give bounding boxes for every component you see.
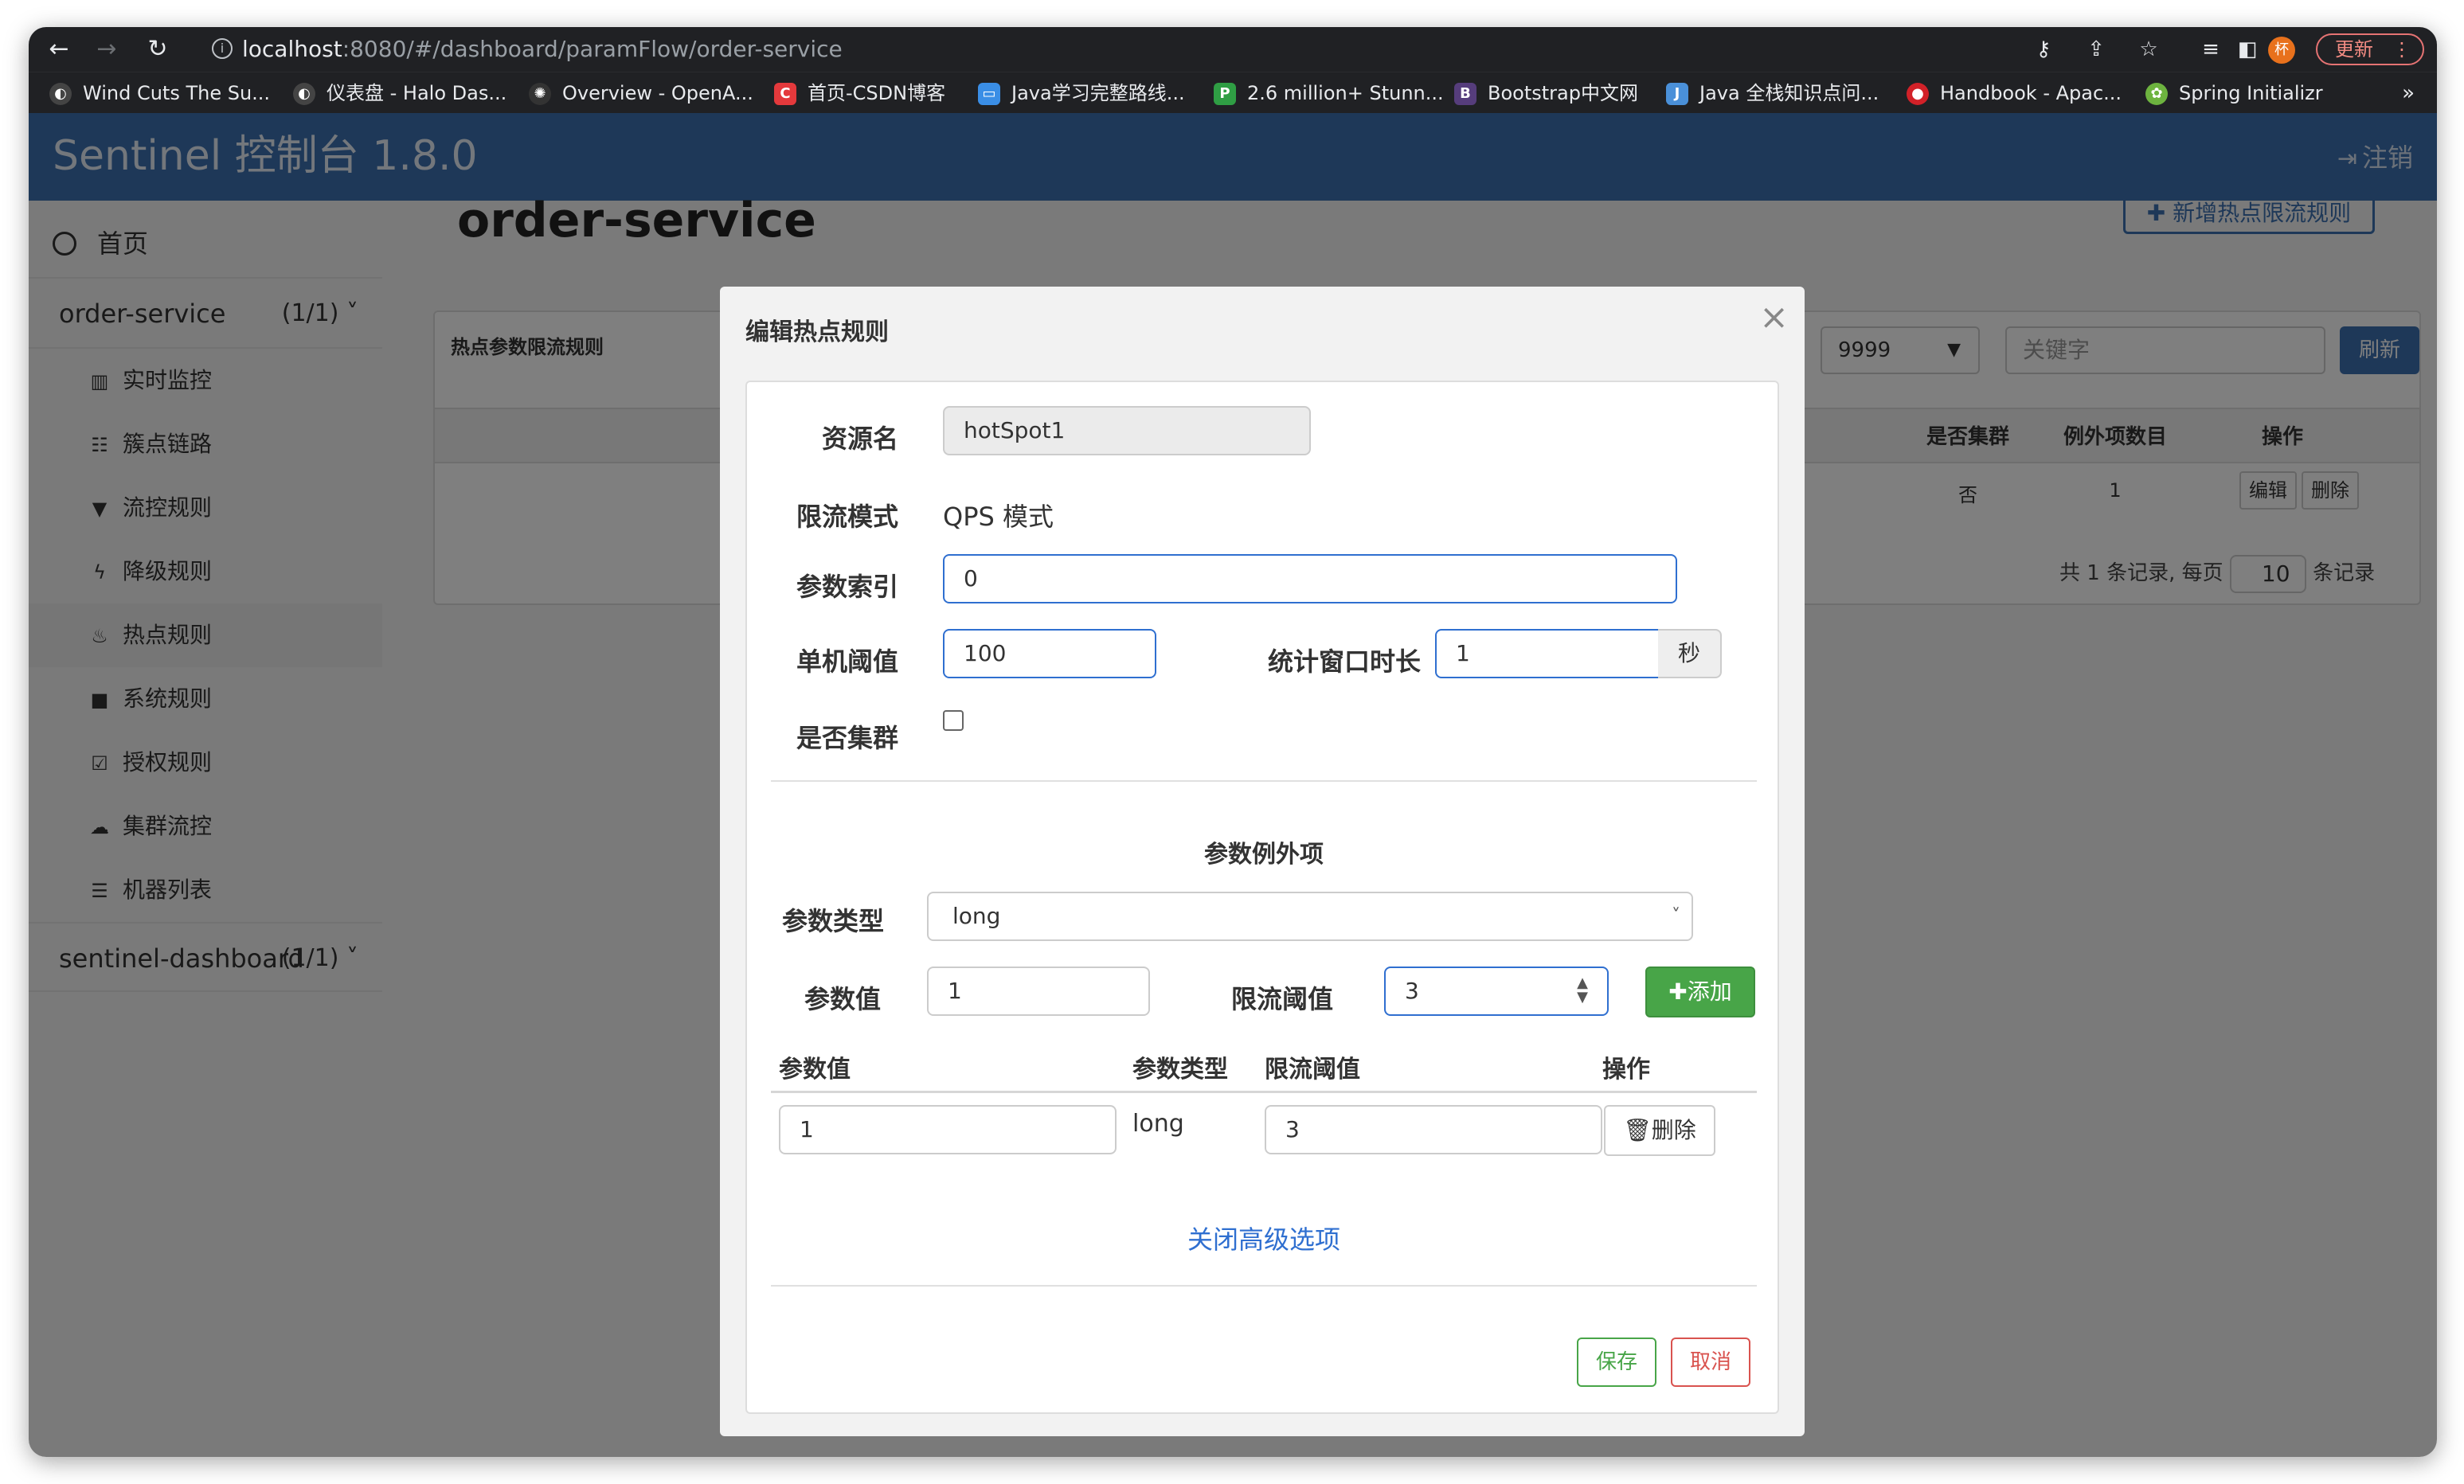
reading-list-icon[interactable]: ≡ bbox=[2196, 35, 2225, 64]
forward-arrow-icon[interactable]: → bbox=[92, 35, 121, 64]
reload-icon[interactable]: ↻ bbox=[143, 35, 172, 64]
param-type-select[interactable]: long ˅ bbox=[927, 892, 1693, 941]
limit-input[interactable]: 3 ▲ ▼ bbox=[1384, 967, 1609, 1016]
bookmark-item[interactable]: ✿ Spring Initializr bbox=[2145, 79, 2323, 107]
mode-label: 限流模式 bbox=[796, 502, 899, 532]
bookmark-favicon-icon: ◐ bbox=[49, 83, 72, 105]
bilibili-icon: ▭ bbox=[978, 83, 1000, 105]
bookmark-item[interactable]: J Java 全栈知识点问... bbox=[1666, 79, 1879, 107]
exceptions-title: 参数例外项 bbox=[1204, 841, 1324, 869]
csdn-icon: C bbox=[774, 83, 796, 105]
spinner-icon[interactable]: ▲ ▼ bbox=[1577, 976, 1588, 1005]
address-bar[interactable]: localhost:8080/#/dashboard/paramFlow/ord… bbox=[205, 32, 2308, 67]
star-icon[interactable]: ☆ bbox=[2134, 35, 2163, 64]
table-divider bbox=[771, 1091, 1757, 1093]
divider bbox=[771, 780, 1757, 782]
bookmark-item[interactable]: ✺ Overview - OpenA... bbox=[529, 79, 753, 107]
close-icon[interactable]: × bbox=[1759, 298, 1789, 338]
exception-type: long bbox=[1132, 1110, 1184, 1138]
apache-icon: ● bbox=[1907, 83, 1929, 105]
limit-label: 限流阈值 bbox=[1231, 984, 1334, 1014]
bookmark-item[interactable]: B Bootstrap中文网 bbox=[1454, 79, 1638, 107]
column-header: 参数类型 bbox=[1132, 1056, 1228, 1084]
window-label: 统计窗口时长 bbox=[1268, 646, 1422, 677]
edit-hotspot-rule-dialog: 编辑热点规则 × 资源名 hotSpot1 限流模式 QPS 模式 参数索引 0… bbox=[720, 287, 1805, 1436]
menu-dots-icon: ⋮ bbox=[2392, 38, 2411, 61]
threshold-input[interactable]: 100 bbox=[943, 629, 1156, 678]
param-type-label: 参数类型 bbox=[782, 906, 885, 936]
share-icon[interactable]: ⇪ bbox=[2082, 35, 2110, 64]
key-icon[interactable]: ⚷ bbox=[2029, 35, 2058, 64]
mode-value: QPS 模式 bbox=[943, 502, 1054, 532]
delete-exception-button[interactable]: 🗑删除 bbox=[1604, 1105, 1715, 1156]
exception-value-input[interactable]: 1 bbox=[779, 1105, 1117, 1154]
bookmark-item[interactable]: ▭ Java学习完整路线... bbox=[978, 79, 1185, 107]
spring-icon: ✿ bbox=[2145, 83, 2168, 105]
bookmark-item[interactable]: ◐ Wind Cuts The Su... bbox=[49, 79, 270, 107]
chevron-down-icon: ˅ bbox=[1672, 906, 1680, 926]
bookmark-favicon-icon: ◐ bbox=[293, 83, 315, 105]
doc-icon: J bbox=[1666, 83, 1688, 105]
column-header: 操作 bbox=[1602, 1056, 1650, 1084]
resource-name-input: hotSpot1 bbox=[943, 406, 1311, 455]
back-arrow-icon[interactable]: ← bbox=[45, 35, 73, 64]
dialog-body: 资源名 hotSpot1 限流模式 QPS 模式 参数索引 0 单机阈值 100… bbox=[745, 381, 1779, 1414]
openai-icon: ✺ bbox=[529, 83, 551, 105]
param-value-input[interactable]: 1 bbox=[927, 967, 1150, 1016]
threshold-label: 单机阈值 bbox=[796, 646, 899, 677]
resource-label: 资源名 bbox=[822, 424, 899, 454]
column-header: 限流阈值 bbox=[1265, 1056, 1360, 1084]
bookmarks-bar: ◐ Wind Cuts The Su... ◐ 仪表盘 - Halo Das... … bbox=[29, 72, 2437, 113]
param-value-label: 参数值 bbox=[804, 984, 882, 1014]
close-advanced-link[interactable]: 关闭高级选项 bbox=[747, 1220, 1781, 1256]
sidebar-toggle-icon[interactable]: ◧ bbox=[2233, 35, 2262, 64]
bookmark-item[interactable]: ◐ 仪表盘 - Halo Das... bbox=[293, 79, 506, 107]
param-index-input[interactable]: 0 bbox=[943, 554, 1677, 603]
trash-icon: 🗑 bbox=[1623, 1117, 1652, 1143]
window-input[interactable]: 1 bbox=[1435, 629, 1660, 678]
bookmark-item[interactable]: ● Handbook - Apac... bbox=[1907, 79, 2122, 107]
add-exception-button[interactable]: ✚添加 bbox=[1645, 967, 1755, 1017]
pexels-icon: P bbox=[1214, 83, 1236, 105]
bookmark-item[interactable]: C 首页-CSDN博客 bbox=[774, 79, 945, 107]
bootstrap-icon: B bbox=[1454, 83, 1476, 105]
dialog-title: 编辑热点规则 bbox=[745, 318, 889, 346]
cancel-button[interactable]: 取消 bbox=[1671, 1338, 1750, 1387]
chevron-more-icon[interactable]: » bbox=[2402, 79, 2415, 107]
browser-window: ← → ↻ localhost:8080/#/dashboard/paramFl… bbox=[29, 27, 2437, 1457]
browser-toolbar: ← → ↻ localhost:8080/#/dashboard/paramFl… bbox=[29, 27, 2437, 72]
bookmark-item[interactable]: P 2.6 million+ Stunn... bbox=[1214, 79, 1444, 107]
column-header: 参数值 bbox=[779, 1056, 851, 1084]
site-info-icon[interactable]: i bbox=[212, 38, 233, 59]
plus-icon: ✚ bbox=[1668, 978, 1688, 1005]
cluster-checkbox[interactable] bbox=[943, 710, 964, 731]
divider bbox=[771, 1285, 1757, 1287]
exception-limit-input[interactable]: 3 bbox=[1265, 1105, 1602, 1154]
update-button[interactable]: 更新 ⋮ bbox=[2316, 33, 2424, 65]
param-index-label: 参数索引 bbox=[796, 572, 899, 602]
save-button[interactable]: 保存 bbox=[1577, 1338, 1656, 1387]
profile-avatar[interactable]: 杯 bbox=[2268, 37, 2295, 64]
window-unit: 秒 bbox=[1658, 629, 1722, 678]
cluster-label: 是否集群 bbox=[796, 723, 899, 753]
